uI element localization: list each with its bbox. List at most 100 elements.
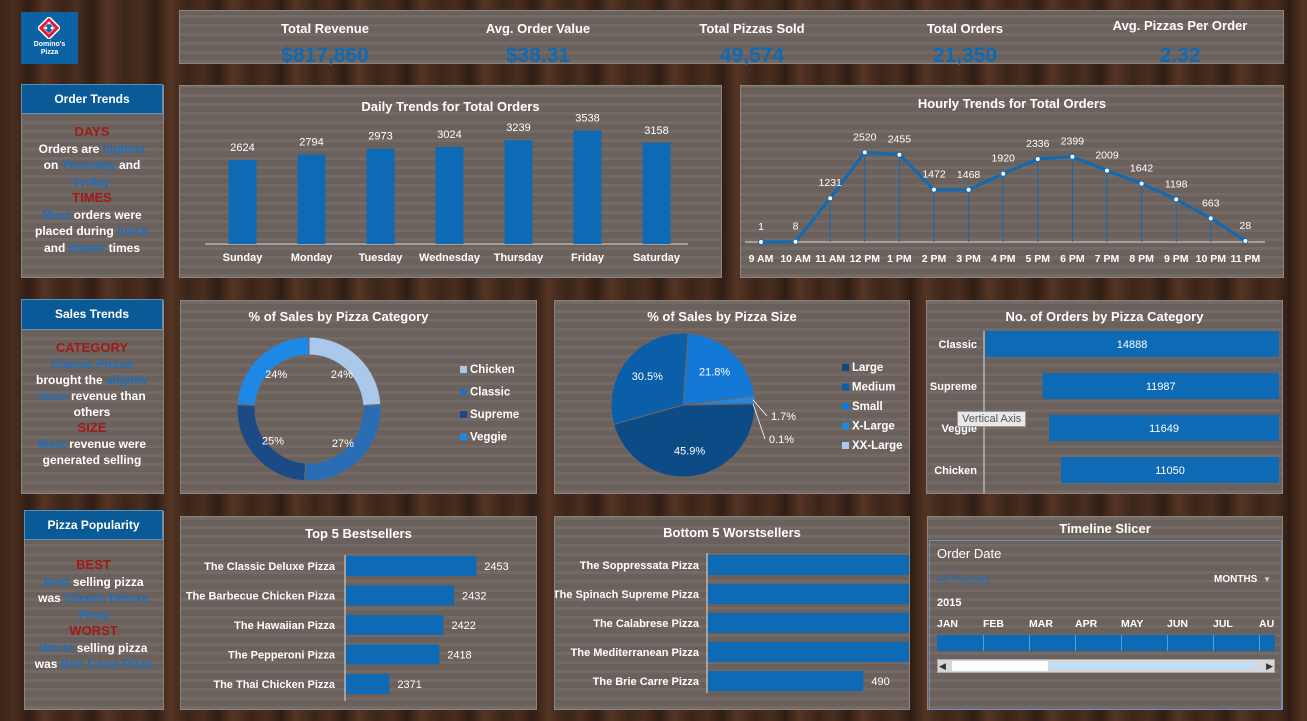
slicer-month-label[interactable]: AU [1259,618,1274,630]
order-trends-heading: Order Trends [21,84,163,114]
bottom5-panel: Bottom 5 Worstsellers The Soppressata Pi… [554,516,910,710]
slicer-month-label[interactable]: JAN [937,618,958,630]
daily-data-label: 3024 [437,129,461,141]
chevron-down-icon: ▼ [1263,575,1272,584]
hourly-point [1242,238,1249,245]
scroll-left-icon[interactable]: ◀ [939,660,946,672]
scroll-right-icon[interactable]: ▶ [1266,660,1273,672]
kpi-panel: Total Revenue $817,860 Avg. Order Value … [179,10,1284,67]
order-trends-text: DAYS Orders are highest on Thursday and … [21,124,163,256]
hbar [708,584,909,604]
pie-data-label: 45.9% [674,446,705,458]
hbar-data-label: 2453 [484,561,508,573]
daily-tick-label: Wednesday [419,252,481,264]
hbar-category-label: The Brie Carre Pizza [593,676,700,688]
hourly-tick-label: 6 PM [1060,253,1085,265]
days-text-2b: Thursday [61,158,116,172]
kpi-value-orders: 21,350 [932,44,998,67]
hbar-category-label: The Pepperoni Pizza [228,650,336,662]
hbar-data-label: 2432 [462,591,486,603]
legend-swatch [842,383,849,391]
slicer-month-label[interactable]: APR [1075,618,1097,630]
worst-heading: WORST [69,623,118,638]
category-text-3b: revenue than [67,389,146,403]
hbar-data-label: 490 [871,676,889,688]
size-text-2: generated selling [42,453,142,467]
daily-bar [366,148,395,244]
hbar-category-label: The Classic Deluxe Pizza [204,561,336,573]
scroll-thumb[interactable] [952,661,1048,671]
hourly-point [1104,167,1110,174]
legend-swatch [842,422,849,430]
slicer-month-label[interactable]: FEB [983,618,1004,630]
legend-swatch [460,366,467,373]
hourly-point [896,151,903,158]
times-text-3a: and [43,240,69,255]
logo-text-2: Pizza [40,49,59,56]
daily-tick-label: Sunday [223,252,264,264]
daily-bar [297,154,326,244]
slicer-scrollbar[interactable]: ◀ ▶ [937,659,1275,673]
orders-by-category-chart: Classic 14888Supreme 11987Veggie 11649Chick… [930,331,1279,493]
days-text-3: Friday [73,174,110,189]
hourly-tick-label: 1 PM [887,253,912,265]
hourly-tick-label: 8 PM [1129,253,1154,265]
slicer-month-label[interactable]: MAR [1029,618,1053,630]
slicer-bar[interactable] [937,635,1275,651]
daily-bar [228,159,257,244]
category-text-4: others [73,405,111,419]
slicer-period-dropdown[interactable]: MONTHS ▼ [1214,574,1271,585]
hourly-tick-label: 10 AM [780,253,811,265]
timeline-slicer[interactable]: Order Date All Periods MONTHS ▼ 2015 JAN… [929,540,1282,710]
hbar [346,615,444,635]
slicer-all-periods[interactable]: All Periods [937,574,990,586]
slicer-divider [1213,635,1214,651]
hourly-trends-panel: Hourly Trends for Total Orders 19 AM 8 10 … [740,85,1284,278]
times-text-2a: placed during [34,224,117,238]
best-text-3: Pizza [78,607,109,622]
hourly-tick-label: 7 PM [1095,253,1120,265]
logo-text-1: Domino's [33,41,66,48]
hourly-point [1138,180,1145,187]
slicer-header: Order Date [937,546,1002,561]
legend-label: Small [852,401,883,413]
kpi-label-orders: Total Orders [926,21,1004,36]
legend-label: XX-Large [852,440,903,452]
hourly-point [792,238,799,245]
daily-tick-label: Thursday [494,252,544,264]
size-pie-chart: 45.9% 30.5% 21.8% 1.7% 0.1% Large Medium Small X… [610,332,903,478]
hbar-category-label: The Thai Chicken Pizza [213,679,336,691]
daily-trends-panel: Daily Trends for Total Orders 2624 Sunday… [179,85,722,278]
legend-label: Medium [852,382,895,394]
hbar-category-label: Classic [938,339,977,351]
size-pie-panel: % of Sales by Pizza Size 45.9% 30.5% 21.8%… [554,300,910,494]
worst-text-1b: selling pizza [73,640,148,655]
category-pie-chart: 24% 27% 25% 24% Chicken Classic Supreme Veggie [236,336,519,482]
hbar-category-label: The Barbecue Chicken Pizza [186,591,336,603]
pie-leader-line [752,403,766,440]
hourly-data-label: 1642 [1130,163,1154,175]
kpi-label-revenue: Total Revenue [281,21,369,36]
dominos-dice-icon [38,17,60,39]
slicer-month-label[interactable]: JUN [1167,618,1188,630]
times-text-2b: lunch [117,224,149,238]
slicer-period-label: MONTHS [1214,574,1258,585]
hbar-category-label: Supreme [930,381,977,393]
hourly-tick-label: 3 PM [956,253,981,265]
daily-tick-label: Friday [571,252,605,264]
hbar-category-label: Chicken [934,465,977,477]
hourly-point [758,238,764,245]
slicer-month-label[interactable]: JUL [1213,618,1233,630]
slicer-divider [1167,635,1168,651]
hourly-tick-label: 2 PM [922,253,947,265]
category-text-1: Classic Pizzas [50,357,134,371]
slicer-month-label[interactable]: MAY [1121,618,1143,630]
hourly-tick-label: 9 PM [1164,253,1189,265]
slicer-divider [1121,635,1122,651]
dominos-logo: Domino's Pizza [21,12,78,64]
hourly-data-label: 2455 [888,134,912,146]
hourly-data-label: 2399 [1061,136,1085,148]
slicer-divider [1075,635,1076,651]
hourly-tick-label: 5 PM [1026,253,1051,265]
hourly-point [1069,153,1076,160]
